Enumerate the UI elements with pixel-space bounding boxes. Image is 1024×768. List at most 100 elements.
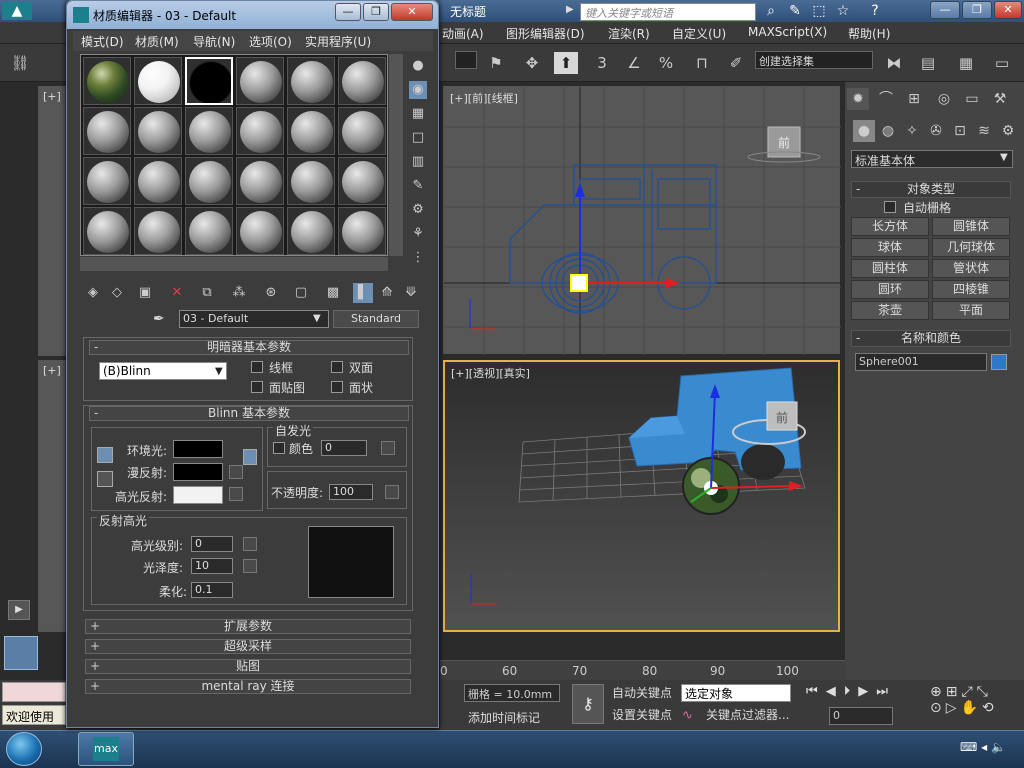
me-maximize-button[interactable]: ❐: [363, 3, 389, 21]
show-shaded-map-icon[interactable]: ▩: [323, 283, 343, 303]
wire-checkbox[interactable]: [251, 361, 263, 373]
mirror-icon[interactable]: ⧓: [882, 52, 906, 74]
edit-named-selection-icon[interactable]: ✐: [724, 52, 748, 74]
glossiness-field[interactable]: 10: [191, 558, 233, 574]
select-manipulate-icon[interactable]: ⬆: [554, 52, 578, 74]
selection-set-dropdown[interactable]: 创建选择集: [755, 51, 873, 69]
opacity-map-button[interactable]: [385, 485, 399, 499]
ambient-color-swatch[interactable]: [173, 440, 223, 458]
sample-slot[interactable]: [236, 107, 284, 155]
key-icon[interactable]: ⚷: [572, 684, 604, 724]
system-tray-icons[interactable]: ⌨ ◂ 🔈: [960, 740, 1020, 760]
object-name-field[interactable]: Sphere001: [855, 353, 987, 371]
supersampling-rollout[interactable]: + 超级采样: [85, 639, 411, 654]
key-filters-button[interactable]: 关键点过滤器...: [706, 706, 789, 726]
sample-slot[interactable]: [83, 107, 131, 155]
sample-slot[interactable]: [287, 207, 335, 255]
faceted-checkbox[interactable]: [331, 381, 343, 393]
maxscript-listener-field[interactable]: [2, 682, 66, 702]
sample-slot[interactable]: [134, 57, 182, 105]
shader-dropdown[interactable]: (B)Blinn: [99, 362, 227, 380]
display-tab-icon[interactable]: ▭: [961, 88, 983, 110]
glossiness-map-button[interactable]: [243, 559, 257, 573]
add-time-tag-button[interactable]: 添加时间标记: [468, 709, 540, 729]
sample-slot-active[interactable]: [185, 57, 233, 105]
spinner-snap-icon[interactable]: ⊓: [690, 52, 714, 74]
play-expand-icon[interactable]: ▶: [8, 600, 30, 620]
exchange-icon[interactable]: ⬚: [810, 2, 828, 20]
me-menu-modes[interactable]: 模式(D): [81, 33, 124, 50]
slots-vertical-scrollbar[interactable]: [389, 54, 403, 256]
shader-basic-rollout[interactable]: - 明暗器基本参数: [89, 340, 409, 355]
max-logo-icon[interactable]: ▲: [2, 2, 32, 20]
coordinate-dropdown[interactable]: [455, 51, 477, 69]
menu-animation[interactable]: 动画(A): [442, 25, 484, 42]
mental-ray-rollout[interactable]: + mental ray 连接: [85, 679, 411, 694]
extended-params-rollout[interactable]: + 扩展参数: [85, 619, 411, 634]
sample-slot[interactable]: [134, 157, 182, 205]
put-to-scene-icon[interactable]: ◇: [107, 283, 127, 303]
pyramid-button[interactable]: 四棱锥: [932, 280, 1010, 299]
align-icon[interactable]: ▤: [916, 52, 940, 74]
object-type-rollout[interactable]: - 对象类型: [851, 181, 1011, 198]
me-menu-utilities[interactable]: 实用程序(U): [305, 33, 371, 50]
create-tab-icon[interactable]: ✹: [847, 88, 869, 110]
face-map-checkbox[interactable]: [251, 381, 263, 393]
self-illum-color-checkbox[interactable]: [273, 442, 285, 454]
hierarchy-tab-icon[interactable]: ⊞: [903, 88, 925, 110]
sample-slot[interactable]: [185, 157, 233, 205]
material-map-navigator-icon[interactable]: ⋮: [409, 249, 427, 267]
me-menu-navigation[interactable]: 导航(N): [193, 33, 235, 50]
move-icon[interactable]: ✥: [520, 52, 544, 74]
gizmo-center[interactable]: [570, 274, 588, 292]
sample-slot[interactable]: [287, 107, 335, 155]
background-icon[interactable]: ▦: [409, 105, 427, 123]
set-key-button[interactable]: 设置关键点: [612, 706, 672, 726]
sample-slot[interactable]: [185, 107, 233, 155]
sphere-button[interactable]: 球体: [851, 238, 929, 257]
modify-tab-icon[interactable]: ⌒: [875, 88, 897, 110]
snap-pivot-icon[interactable]: ⚑: [484, 52, 508, 74]
box-button[interactable]: 长方体: [851, 217, 929, 236]
show-end-result-icon[interactable]: ▌: [353, 283, 373, 303]
material-id-channel-icon[interactable]: ▢: [291, 283, 311, 303]
menu-graph-editors[interactable]: 图形编辑器(D): [506, 25, 585, 42]
geometry-icon[interactable]: ●: [853, 120, 875, 142]
link-icon[interactable]: ⛓: [8, 52, 32, 74]
make-copy-icon[interactable]: ⧉: [197, 283, 217, 303]
viewport-top[interactable]: [+]: [38, 86, 68, 356]
eyedropper-icon[interactable]: ✒: [153, 311, 171, 329]
viewport-left[interactable]: [+]: [38, 360, 68, 632]
viewport-layout-icon[interactable]: [4, 636, 38, 670]
shapes-icon[interactable]: ◍: [877, 120, 899, 142]
geosphere-button[interactable]: 几何球体: [932, 238, 1010, 257]
sample-slot[interactable]: [338, 107, 386, 155]
help-icon[interactable]: ?: [866, 2, 884, 20]
spacewarps-icon[interactable]: ≋: [973, 120, 995, 142]
sample-slot[interactable]: [83, 157, 131, 205]
diffuse-color-swatch[interactable]: [173, 463, 223, 481]
search-input[interactable]: 键入关键字或短语: [580, 3, 756, 21]
name-color-rollout[interactable]: - 名称和颜色: [851, 330, 1011, 347]
utilities-tab-icon[interactable]: ⚒: [989, 88, 1011, 110]
options-icon[interactable]: ⚙: [409, 201, 427, 219]
go-forward-sibling-icon[interactable]: ⟱: [401, 283, 421, 303]
current-frame-field[interactable]: 0: [829, 707, 893, 725]
menu-customize[interactable]: 自定义(U): [672, 25, 726, 42]
sample-slot[interactable]: [134, 207, 182, 255]
sample-slot[interactable]: [236, 157, 284, 205]
specular-map-button[interactable]: [229, 487, 243, 501]
favorites-star-icon[interactable]: ☆: [834, 2, 852, 20]
sample-slot[interactable]: [134, 107, 182, 155]
helpers-icon[interactable]: ⊡: [949, 120, 971, 142]
viewport-perspective[interactable]: [+][透视][真实] 前: [443, 360, 840, 632]
viewport-nav-controls[interactable]: ⊕⊞⤢⤡ ⊙▷✋⟲: [930, 684, 1022, 726]
sample-type-icon[interactable]: ●: [409, 57, 427, 75]
get-material-icon[interactable]: ◈: [83, 283, 103, 303]
timeline-ruler[interactable]: 0 60 70 80 90 100: [440, 660, 845, 680]
backlight-icon[interactable]: ◉: [409, 81, 427, 99]
make-preview-icon[interactable]: ✎: [409, 177, 427, 195]
sample-uv-tiling-icon[interactable]: □: [409, 129, 427, 147]
sample-slot[interactable]: [236, 57, 284, 105]
specular-level-field[interactable]: 0: [191, 536, 233, 552]
